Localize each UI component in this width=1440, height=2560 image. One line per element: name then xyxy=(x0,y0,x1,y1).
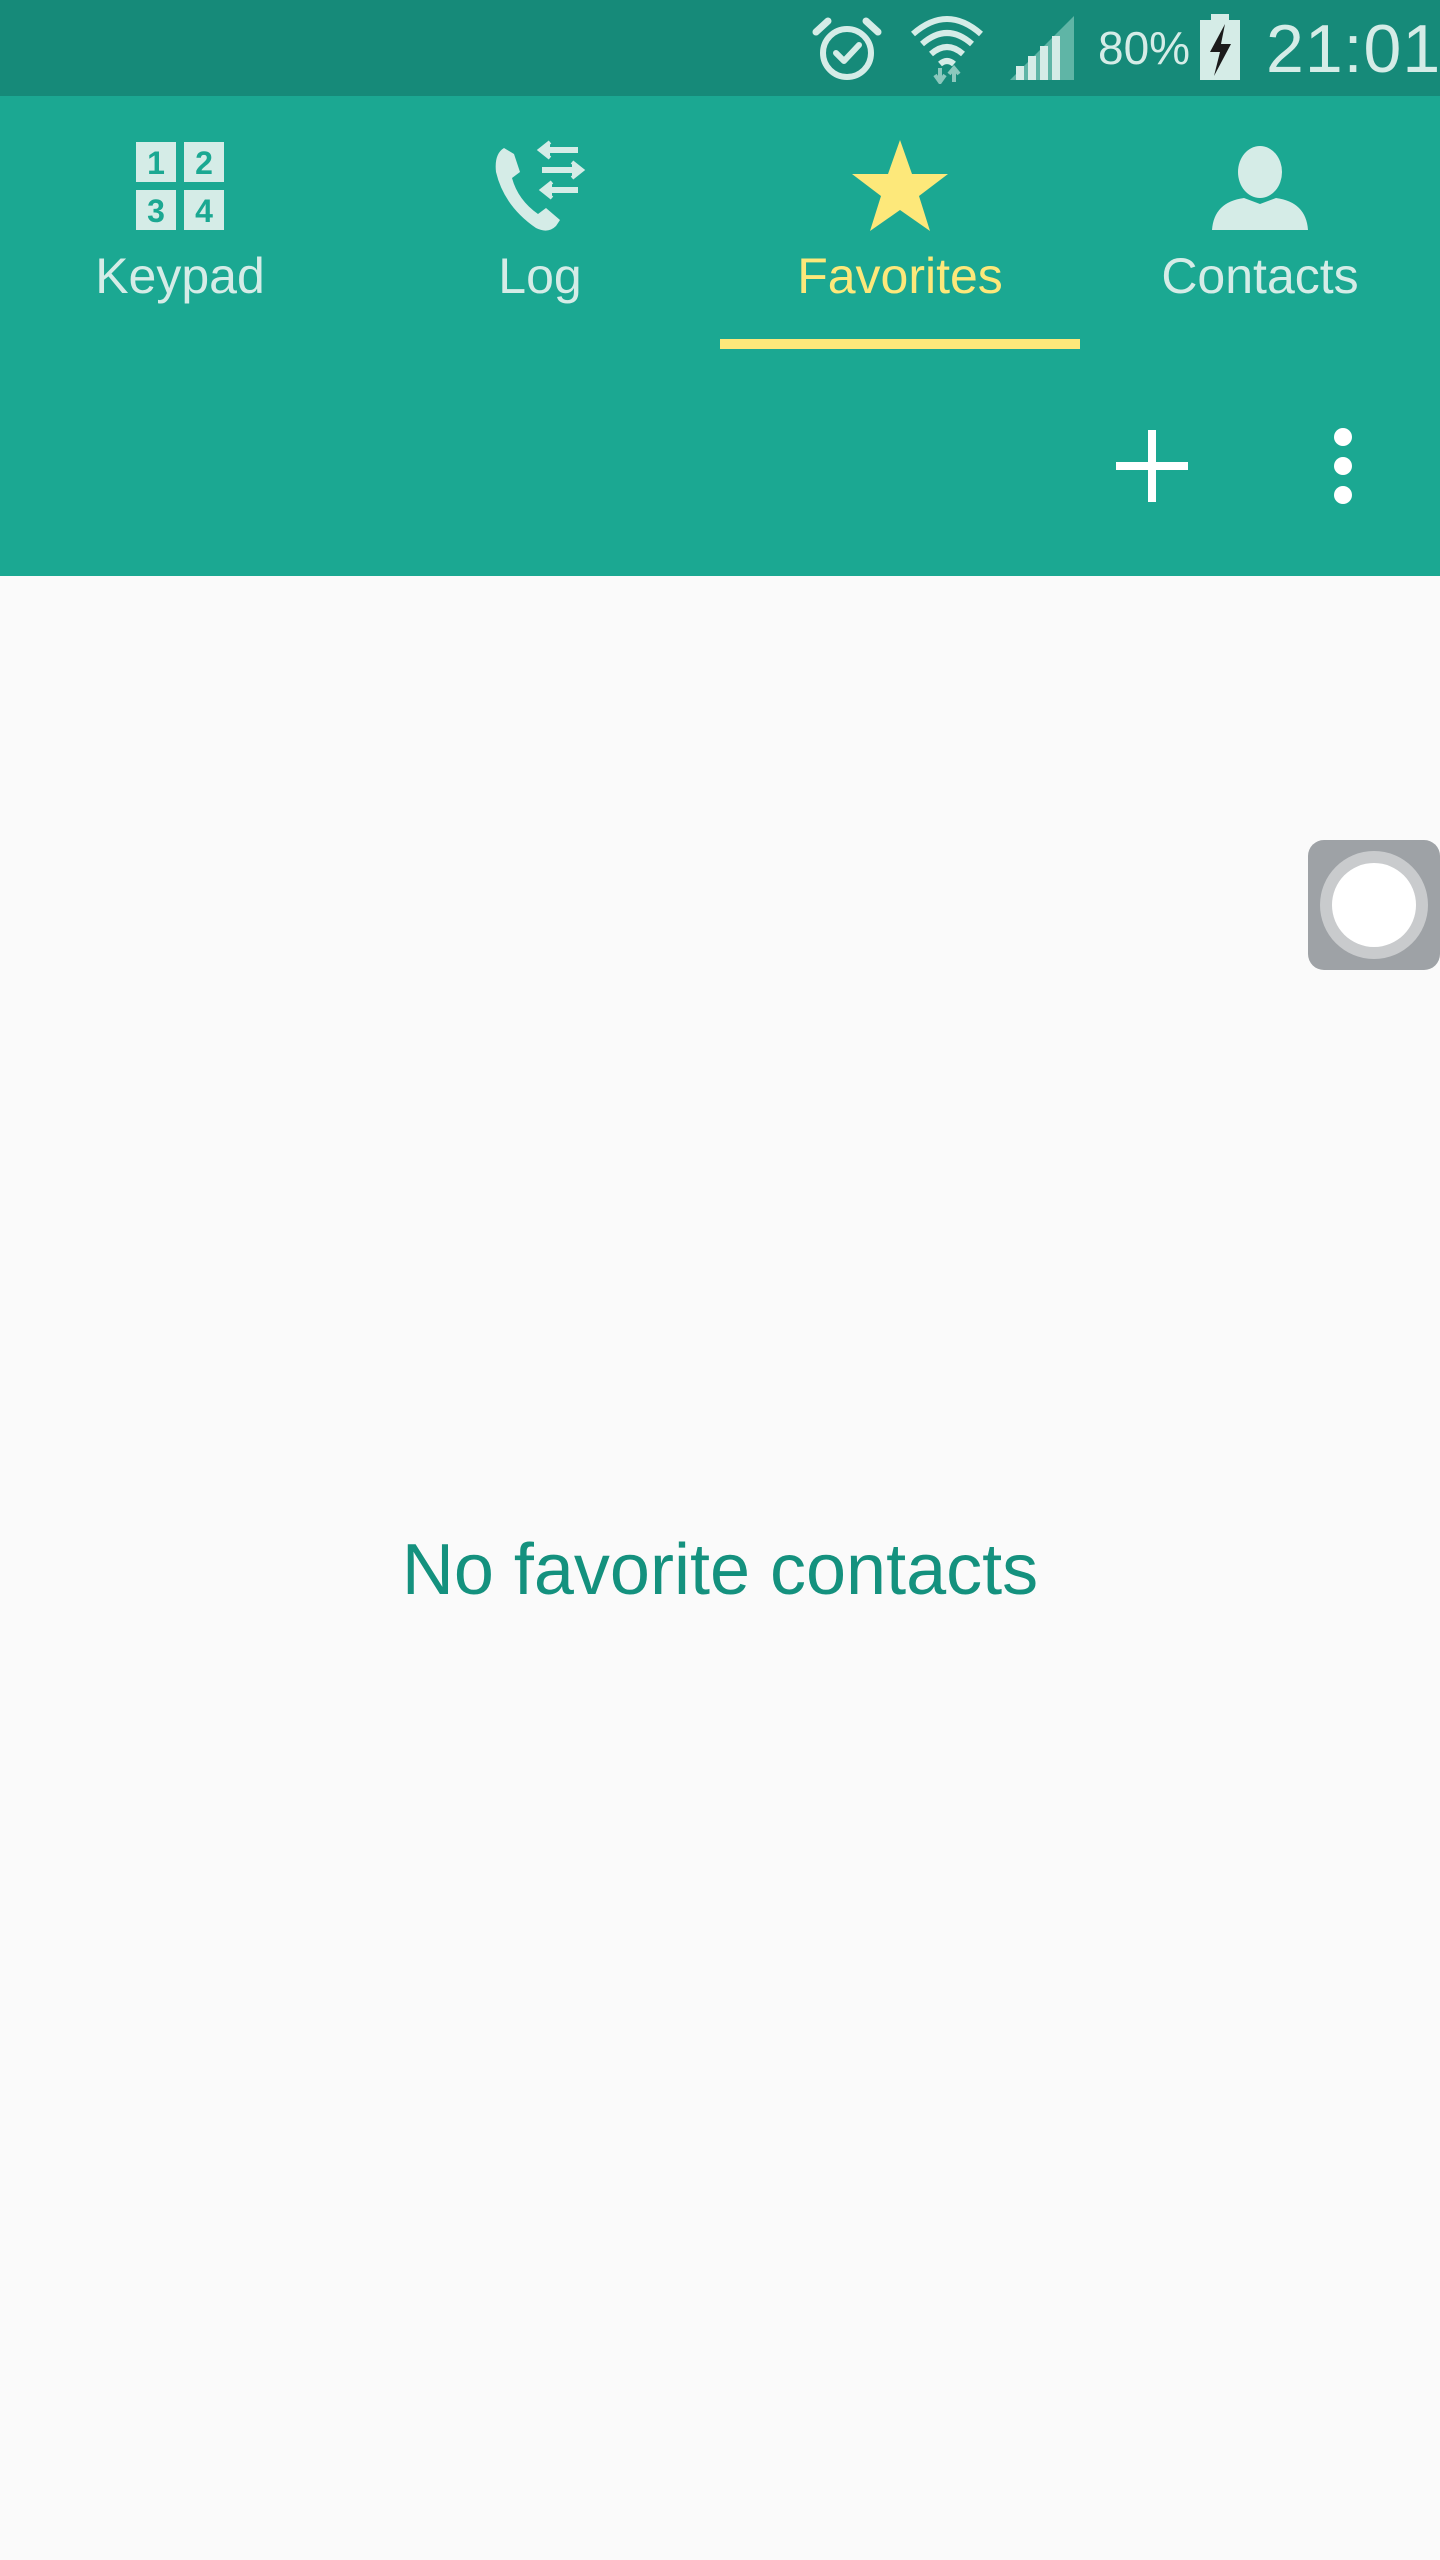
empty-favorites-message: No favorite contacts xyxy=(401,1530,1039,1610)
clock: 21:01 xyxy=(1266,11,1440,87)
star-icon xyxy=(852,140,948,231)
battery-percent: 80% xyxy=(1098,22,1191,74)
tab-keypad-label: Keypad xyxy=(95,248,265,304)
tab-keypad[interactable]: 1 2 3 4 Keypad xyxy=(0,96,360,349)
tab-favorites[interactable]: Favorites xyxy=(720,96,1080,349)
assistive-touch-center xyxy=(1332,863,1416,947)
plus-icon xyxy=(1116,430,1188,502)
keypad-icon: 1 2 3 4 xyxy=(136,142,224,230)
tab-log-label: Log xyxy=(498,248,582,304)
more-options-button[interactable] xyxy=(1316,426,1370,506)
status-bar: 80% 21:01 xyxy=(0,0,1440,96)
tab-favorites-label: Favorites xyxy=(797,248,1003,304)
call-log-icon xyxy=(495,140,586,231)
tab-log[interactable]: Log xyxy=(360,96,720,349)
add-favorite-button[interactable] xyxy=(1112,426,1192,506)
tab-contacts-label: Contacts xyxy=(1161,248,1359,304)
contact-person-icon xyxy=(1212,146,1308,230)
svg-text:4: 4 xyxy=(195,193,213,229)
battery-charging-icon xyxy=(1200,14,1240,80)
more-vertical-icon xyxy=(1334,428,1352,504)
alarm-icon xyxy=(812,17,882,80)
svg-text:3: 3 xyxy=(147,193,165,229)
svg-text:1: 1 xyxy=(147,145,165,181)
wifi-icon xyxy=(911,16,983,84)
signal-icon xyxy=(1010,16,1074,80)
app-header: 1 2 3 4 Keypad Log Favorites Contacts xyxy=(0,96,1440,576)
tab-contacts[interactable]: Contacts xyxy=(1080,96,1440,349)
assistive-touch-button[interactable] xyxy=(1308,840,1440,970)
svg-text:2: 2 xyxy=(195,145,213,181)
active-tab-indicator xyxy=(720,339,1080,349)
